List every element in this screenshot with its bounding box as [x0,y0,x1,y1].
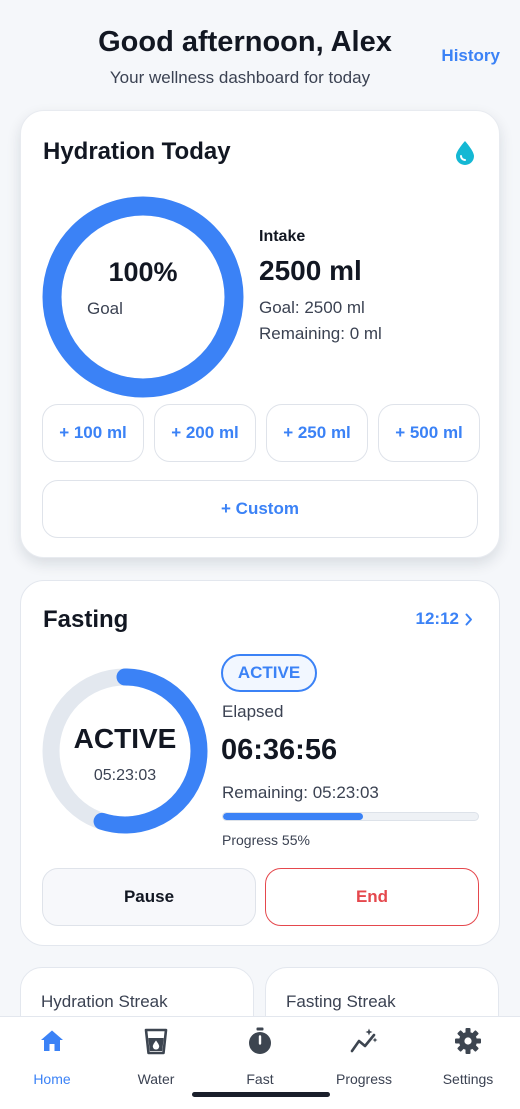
add-500ml-button[interactable]: + 500 ml [378,404,480,462]
nav-label-fast: Fast [246,1071,274,1087]
nav-item-water[interactable]: Water [104,1027,208,1087]
fasting-streak-label: Fasting Streak [286,992,396,1011]
greeting-title: Good afternoon, Alex [98,26,392,58]
nav-item-home[interactable]: Home [0,1027,104,1087]
add-250ml-button[interactable]: + 250 ml [266,404,368,462]
nav-label-settings: Settings [442,1071,494,1087]
fasting-card: Fasting 12:12 ACTIVE 05:23:03 ACTIVE Ela… [20,580,500,946]
home-indicator [192,1092,330,1097]
fasting-progress-ring: ACTIVE 05:23:03 [41,667,209,835]
goal-text: Goal: 2500 ml [259,298,365,317]
hydration-card: Hydration Today 100% Goal Intake 2500 ml… [20,110,500,558]
end-button[interactable]: End [265,868,479,926]
fasting-remaining-text: Remaining: 05:23:03 [222,783,379,802]
nav-item-settings[interactable]: Settings [416,1027,520,1087]
fasting-progress-text: Progress 55% [222,832,310,848]
fasting-ring-status: ACTIVE [73,723,177,754]
progress-chart-icon [350,1028,378,1053]
elapsed-label: Elapsed [222,702,284,721]
fasting-title: Fasting [43,606,129,633]
status-badge: ACTIVE [221,654,317,692]
remaining-text: Remaining: 0 ml [259,324,382,343]
water-glass-icon [144,1028,168,1055]
history-link[interactable]: History [441,46,500,66]
nav-label-home: Home [33,1071,71,1087]
add-200ml-button[interactable]: + 200 ml [154,404,256,462]
fasting-ring-remaining: 05:23:03 [93,767,157,784]
nav-item-fast[interactable]: Fast [208,1027,312,1087]
hydration-ring-label: Goal [87,299,123,318]
hydration-percent: 100% [108,257,178,287]
hydration-streak-label: Hydration Streak [41,992,168,1011]
fasting-schedule-label: 12:12 [415,609,459,628]
chevron-right-icon [465,613,472,625]
water-drop-icon [456,141,474,165]
add-custom-button[interactable]: + Custom [42,480,478,538]
hydration-title: Hydration Today [43,138,231,165]
nav-label-water: Water [137,1071,175,1087]
header: Good afternoon, Alex Your wellness dashb… [0,0,520,110]
nav-label-progress: Progress [335,1071,393,1087]
intake-label: Intake [259,228,306,245]
greeting-subtitle: Your wellness dashboard for today [109,68,371,87]
intake-value: 2500 ml [259,255,362,286]
fasting-schedule-link[interactable]: 12:12 [416,609,473,629]
add-100ml-button[interactable]: + 100 ml [42,404,144,462]
pause-button[interactable]: Pause [42,868,256,926]
nav-item-progress[interactable]: Progress [312,1027,416,1087]
fasting-progress-fill [223,813,364,820]
elapsed-value: 06:36:56 [221,734,338,766]
stopwatch-icon [249,1027,271,1054]
home-icon [41,1030,63,1051]
gear-icon [455,1028,481,1054]
fasting-progress-bar [222,812,479,821]
hydration-progress-ring: 100% Goal [41,195,245,399]
